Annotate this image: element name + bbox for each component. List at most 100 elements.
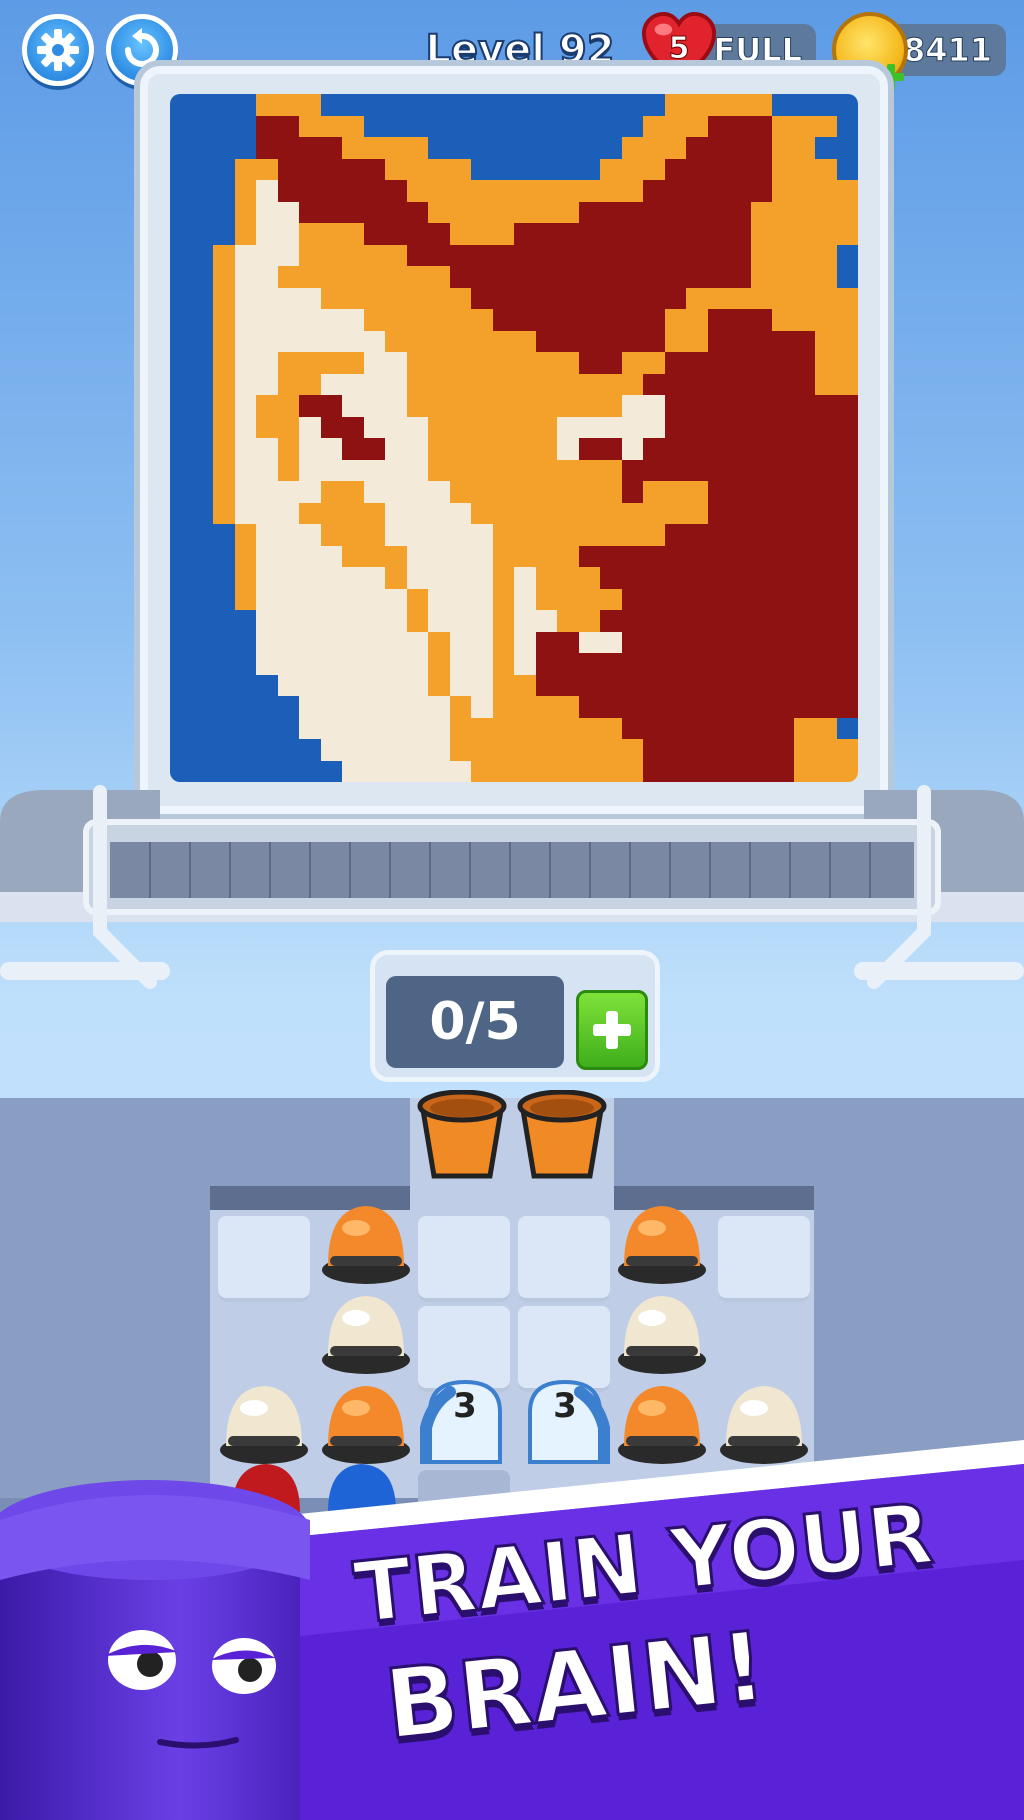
pixel-cell [406, 696, 428, 718]
pixel-cell [707, 330, 729, 352]
pixel-cell [750, 115, 772, 137]
pixel-cell [428, 115, 450, 137]
pixel-cell [385, 717, 407, 739]
pixel-cell [385, 137, 407, 159]
orange-cup[interactable] [414, 1090, 510, 1186]
pixel-cell [234, 266, 256, 288]
pixel-cell [170, 223, 192, 245]
pixel-cell [471, 201, 493, 223]
pixel-cell [191, 717, 213, 739]
pixel-cell [600, 567, 622, 589]
pixel-cell [557, 588, 579, 610]
pixel-cell [342, 545, 364, 567]
pixel-cell [750, 674, 772, 696]
pixel-cell [320, 696, 342, 718]
board-tile[interactable] [418, 1216, 510, 1302]
pixel-cell [385, 416, 407, 438]
pixel-cell [363, 352, 385, 374]
pixel-cell [707, 760, 729, 782]
pixel-cell [471, 674, 493, 696]
pixel-cell [191, 416, 213, 438]
pixel-cell [514, 158, 536, 180]
pixel-cell [514, 567, 536, 589]
pixel-cell [299, 481, 321, 503]
pixel-cell [320, 201, 342, 223]
pixel-cell [170, 416, 192, 438]
pixel-cell [385, 459, 407, 481]
pixel-cell [234, 287, 256, 309]
pixel-cell [836, 545, 858, 567]
pixel-cell [234, 610, 256, 632]
pixel-cell [643, 137, 665, 159]
pixel-cell [492, 180, 514, 202]
pixel-cell [772, 588, 794, 610]
pixel-cell [449, 459, 471, 481]
pixel-cell [234, 180, 256, 202]
pixel-cell [256, 739, 278, 761]
board-tile[interactable] [718, 1216, 810, 1302]
pixel-cell [578, 137, 600, 159]
pixel-cell [793, 330, 815, 352]
pixel-cell [256, 438, 278, 460]
pixel-cell [836, 696, 858, 718]
pixel-cell [686, 524, 708, 546]
pixel-cell [299, 158, 321, 180]
pixel-cell [471, 158, 493, 180]
pixel-cell [234, 545, 256, 567]
pixel-cell [320, 223, 342, 245]
pixel-cell [793, 416, 815, 438]
pixel-cell [342, 94, 364, 116]
pixel-cell [471, 717, 493, 739]
pixel-cell [621, 309, 643, 331]
pixel-cell [514, 137, 536, 159]
settings-button[interactable] [22, 14, 94, 86]
pixel-cell [299, 760, 321, 782]
pixel-cell [750, 545, 772, 567]
pixel-cell [191, 524, 213, 546]
pixel-cell [406, 610, 428, 632]
pixel-cell [643, 610, 665, 632]
pixel-cell [793, 739, 815, 761]
pixel-cell [363, 696, 385, 718]
pixel-cell [428, 631, 450, 653]
pixel-cell [514, 287, 536, 309]
pixel-cell [643, 739, 665, 761]
pixel-cell [213, 223, 235, 245]
orange-hat[interactable] [614, 1196, 710, 1292]
pixel-cell [492, 717, 514, 739]
pixel-cell [707, 567, 729, 589]
pixel-cell [277, 588, 299, 610]
pixel-cell [363, 287, 385, 309]
pixel-cell [449, 352, 471, 374]
pixel-cell [492, 545, 514, 567]
pixel-cell [836, 137, 858, 159]
pixel-cell [492, 459, 514, 481]
pixel-cell [664, 201, 686, 223]
pixel-cell [471, 330, 493, 352]
pixel-cell [772, 610, 794, 632]
board-tile[interactable] [518, 1216, 610, 1302]
pixel-cell [449, 674, 471, 696]
pixel-cell [213, 717, 235, 739]
pixel-cell [600, 266, 622, 288]
pixel-cell [686, 674, 708, 696]
pixel-cell [750, 610, 772, 632]
pixel-cell [342, 352, 364, 374]
pixel-cell [707, 588, 729, 610]
add-slot-button[interactable] [576, 990, 648, 1070]
pixel-cell [535, 653, 557, 675]
pixel-cell [170, 674, 192, 696]
orange-hat[interactable] [318, 1196, 414, 1292]
pixel-cell [191, 459, 213, 481]
pixel-cell [621, 266, 643, 288]
pixel-cell [191, 610, 213, 632]
pixel-cell [772, 395, 794, 417]
orange-cup[interactable] [514, 1090, 610, 1186]
pixel-cell [815, 223, 837, 245]
cream-hat[interactable] [318, 1286, 414, 1382]
pixel-cell [750, 309, 772, 331]
pixel-cell [793, 717, 815, 739]
pixel-cell [621, 674, 643, 696]
cream-hat[interactable] [614, 1286, 710, 1382]
board-tile[interactable] [218, 1216, 310, 1302]
